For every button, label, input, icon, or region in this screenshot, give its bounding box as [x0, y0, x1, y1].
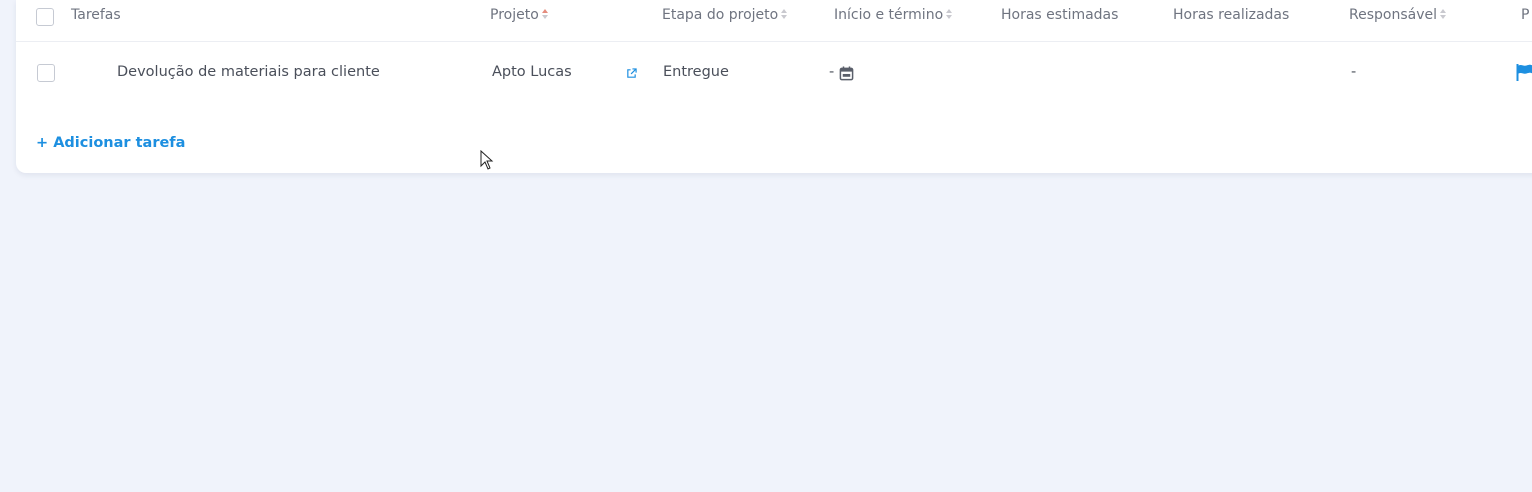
column-header-etapa[interactable]: Etapa do projeto	[662, 7, 788, 23]
row-checkbox[interactable]	[37, 64, 55, 82]
table-header: Tarefas Projeto Etapa do projeto Início …	[16, 0, 1532, 42]
sort-icon[interactable]	[946, 9, 953, 19]
column-header-label: Tarefas	[71, 7, 121, 23]
column-header-horas-estimadas: Horas estimadas	[1001, 7, 1118, 23]
select-all-checkbox[interactable]	[36, 8, 54, 26]
column-header-inicio-termino[interactable]: Início e término	[834, 7, 953, 23]
column-header-label: Etapa do projeto	[662, 7, 779, 23]
flag-icon[interactable]	[1516, 64, 1532, 81]
sort-icon[interactable]	[781, 9, 788, 19]
column-header-label: Projeto	[490, 7, 539, 23]
column-header-label: Responsável	[1349, 7, 1437, 23]
column-header-projeto[interactable]: Projeto	[490, 7, 548, 23]
column-header-label: Horas estimadas	[1001, 7, 1119, 23]
calendar-icon[interactable]	[839, 66, 854, 81]
column-header-label: Horas realizadas	[1173, 7, 1290, 23]
column-header-prioridade: P	[1521, 7, 1529, 23]
external-link-icon[interactable]	[626, 68, 637, 79]
column-header-responsavel[interactable]: Responsável	[1349, 7, 1446, 23]
project-name[interactable]: Apto Lucas	[492, 64, 572, 80]
sort-icon[interactable]	[1440, 9, 1446, 19]
column-header-label: Início e término	[834, 7, 944, 23]
mouse-cursor-icon	[480, 150, 494, 170]
column-header-label: P	[1521, 7, 1530, 23]
add-task-button[interactable]: + Adicionar tarefa	[36, 135, 185, 151]
assignee-value[interactable]: -	[1351, 64, 1356, 80]
table-row[interactable]: Devolução de materiais para cliente Apto…	[16, 42, 1532, 104]
column-header-horas-realizadas: Horas realizadas	[1173, 7, 1289, 23]
sort-icon[interactable]	[541, 9, 548, 19]
project-stage[interactable]: Entregue	[663, 64, 729, 80]
column-header-tarefas: Tarefas	[71, 7, 121, 23]
task-name[interactable]: Devolução de materiais para cliente	[117, 64, 380, 80]
dates-value: -	[829, 64, 835, 80]
task-table-card: Tarefas Projeto Etapa do projeto Início …	[16, 0, 1532, 173]
